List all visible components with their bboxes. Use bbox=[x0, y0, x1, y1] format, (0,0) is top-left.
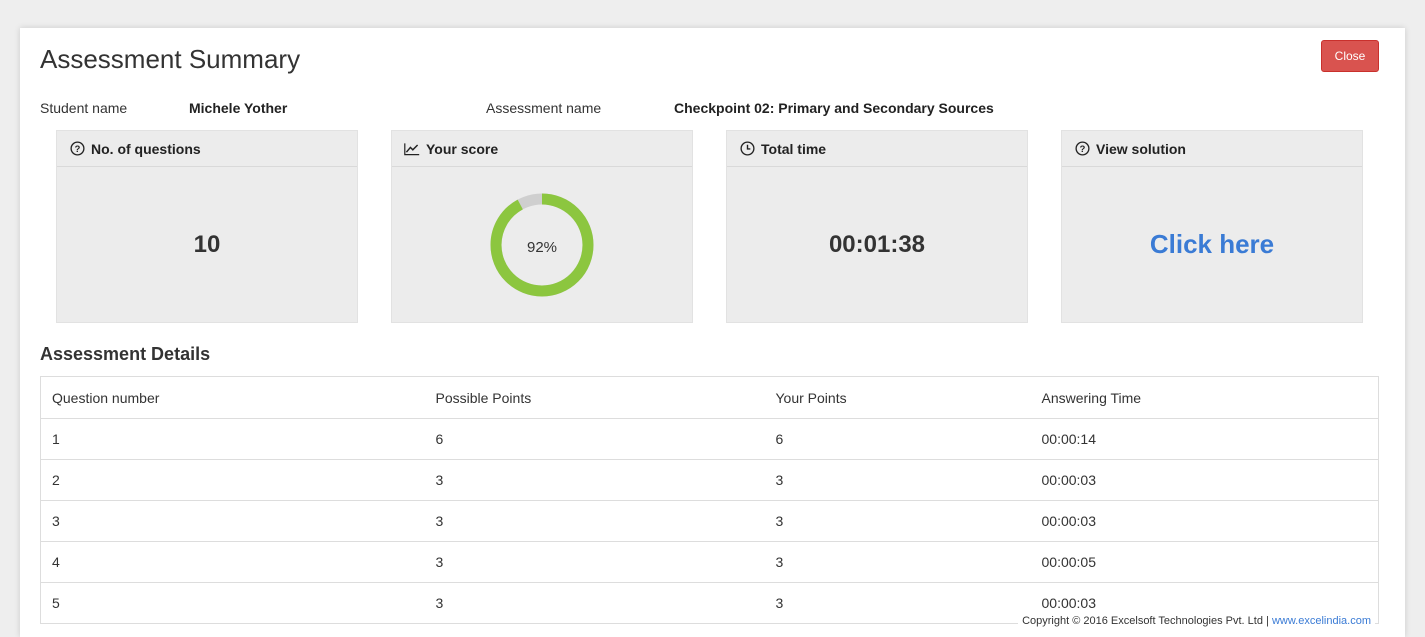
questions-card-label: No. of questions bbox=[91, 140, 201, 157]
column-header: Answering Time bbox=[1030, 376, 1379, 419]
footer-website-link[interactable]: www.excelindia.com bbox=[1272, 615, 1371, 627]
line-chart-icon bbox=[404, 141, 420, 157]
question-number-cell: 4 bbox=[40, 541, 425, 583]
close-button[interactable]: Close bbox=[1321, 40, 1379, 72]
summary-cards: ? No. of questions 10 Your score 92% Tot… bbox=[56, 130, 1363, 323]
score-donut: 92% bbox=[489, 192, 595, 298]
column-header: Possible Points bbox=[424, 376, 765, 419]
score-card-body: 92% bbox=[392, 167, 692, 322]
question-circle-icon: ? bbox=[1074, 141, 1090, 157]
clock-icon bbox=[739, 141, 755, 157]
score-card-header: Your score bbox=[392, 131, 692, 167]
solution-card-header: ? View solution bbox=[1062, 131, 1362, 167]
assessment-name-label: Assessment name bbox=[486, 100, 602, 116]
your-points-cell: 3 bbox=[764, 541, 1031, 583]
solution-card-label: View solution bbox=[1096, 140, 1186, 157]
assessment-meta: Student name Michele Yother Assessment n… bbox=[40, 100, 1385, 120]
table-row: 1 6 6 00:00:14 bbox=[40, 418, 1379, 460]
your-points-cell: 6 bbox=[764, 418, 1031, 460]
table-row: 4 3 3 00:00:05 bbox=[40, 541, 1379, 583]
page-title: Assessment Summary bbox=[40, 44, 301, 74]
possible-points-cell: 3 bbox=[424, 459, 765, 501]
question-number-cell: 5 bbox=[40, 582, 425, 624]
questions-card-header: ? No. of questions bbox=[57, 131, 357, 167]
svg-text:?: ? bbox=[1079, 144, 1085, 154]
questions-card-body: 10 bbox=[57, 167, 357, 322]
possible-points-cell: 6 bbox=[424, 418, 765, 460]
your-points-cell: 3 bbox=[764, 459, 1031, 501]
column-header: Your Points bbox=[764, 376, 1031, 419]
questions-count: 10 bbox=[193, 230, 221, 258]
assessment-details-table: Question number Possible Points Your Poi… bbox=[40, 376, 1379, 624]
answering-time-cell: 00:00:03 bbox=[1030, 500, 1379, 542]
svg-text:?: ? bbox=[74, 144, 80, 154]
student-name-label: Student name bbox=[40, 100, 128, 116]
time-card-label: Total time bbox=[761, 140, 827, 157]
question-number-cell: 2 bbox=[40, 459, 425, 501]
your-points-cell: 3 bbox=[764, 500, 1031, 542]
questions-card: ? No. of questions 10 bbox=[56, 130, 358, 323]
view-solution-link[interactable]: Click here bbox=[1150, 229, 1274, 260]
time-card-header: Total time bbox=[727, 131, 1027, 167]
answering-time-cell: 00:00:03 bbox=[1030, 459, 1379, 501]
answering-time-cell: 00:00:14 bbox=[1030, 418, 1379, 460]
solution-card-body: Click here bbox=[1062, 167, 1362, 322]
question-circle-icon: ? bbox=[69, 141, 85, 157]
possible-points-cell: 3 bbox=[424, 500, 765, 542]
possible-points-cell: 3 bbox=[424, 541, 765, 583]
question-number-cell: 3 bbox=[40, 500, 425, 542]
table-header-row: Question number Possible Points Your Poi… bbox=[40, 376, 1379, 419]
copyright-text: Copyright © 2016 Excelsoft Technologies … bbox=[1022, 615, 1269, 627]
table-row: 3 3 3 00:00:03 bbox=[40, 500, 1379, 542]
question-number-cell: 1 bbox=[40, 418, 425, 460]
time-card-body: 00:01:38 bbox=[727, 167, 1027, 322]
assessment-name-value: Checkpoint 02: Primary and Secondary Sou… bbox=[674, 100, 994, 116]
column-header: Question number bbox=[40, 376, 425, 419]
solution-card: ? View solution Click here bbox=[1061, 130, 1363, 323]
table-row: 2 3 3 00:00:03 bbox=[40, 459, 1379, 501]
possible-points-cell: 3 bbox=[424, 582, 765, 624]
score-value: 92% bbox=[526, 239, 558, 256]
answering-time-cell: 00:00:05 bbox=[1030, 541, 1379, 583]
details-title: Assessment Details bbox=[40, 344, 211, 364]
total-time-value: 00:01:38 bbox=[828, 230, 926, 258]
score-card-label: Your score bbox=[426, 140, 499, 157]
footer-copyright: Copyright © 2016 Excelsoft Technologies … bbox=[1018, 613, 1375, 629]
score-card: Your score 92% bbox=[391, 130, 693, 323]
student-name-value: Michele Yother bbox=[189, 100, 288, 116]
your-points-cell: 3 bbox=[764, 582, 1031, 624]
time-card: Total time 00:01:38 bbox=[726, 130, 1028, 323]
assessment-summary-modal: Assessment Summary Close Student name Mi… bbox=[20, 28, 1405, 637]
